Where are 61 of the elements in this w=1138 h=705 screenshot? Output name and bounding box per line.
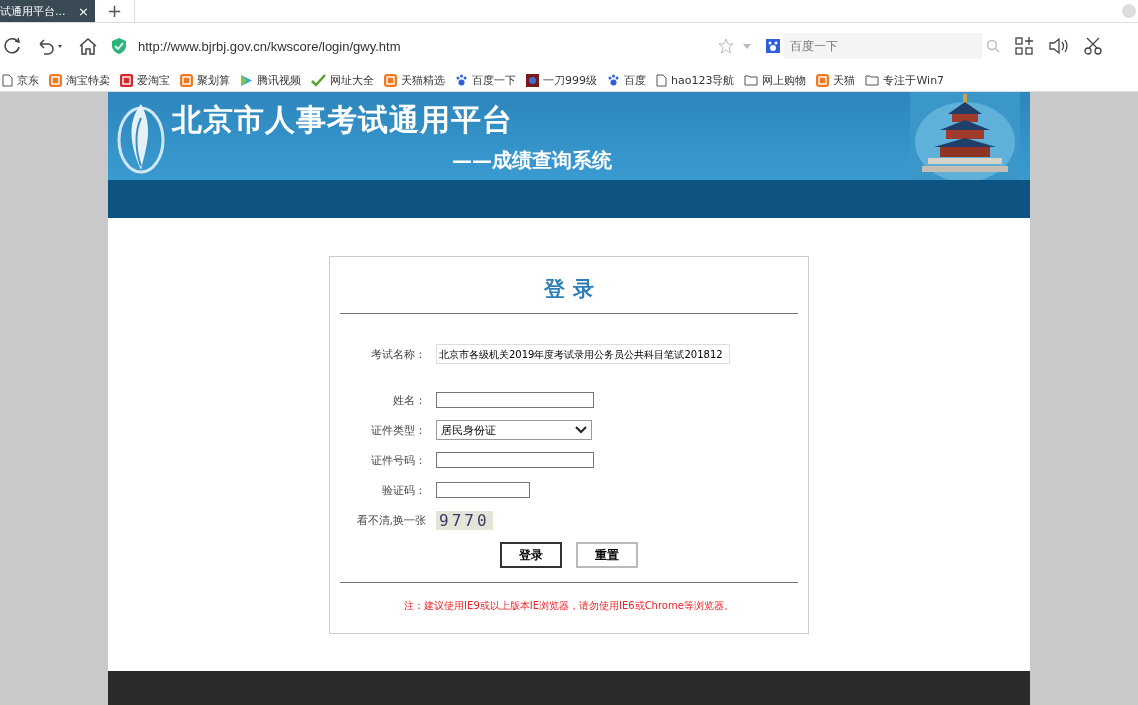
browser-tab[interactable]: 试通用平台... × xyxy=(0,0,95,22)
folder-icon xyxy=(865,74,880,86)
square-badge-icon xyxy=(816,73,830,87)
field-label: 考试名称： xyxy=(370,346,426,362)
paw-icon xyxy=(455,73,468,87)
input-field[interactable] xyxy=(436,452,594,468)
bookmark-item[interactable]: 百度一下 xyxy=(455,72,516,88)
folder-icon xyxy=(744,74,759,86)
field-label: 证件号码： xyxy=(370,452,426,468)
bookmark-item[interactable]: hao123导航 xyxy=(656,72,735,88)
bookmark-item[interactable]: 聚划算 xyxy=(180,72,230,88)
field-label: 看不清,换一张 xyxy=(355,512,426,528)
play-icon xyxy=(240,73,253,87)
bookmark-item[interactable]: 百度 xyxy=(607,72,646,88)
square-badge-icon xyxy=(49,73,62,87)
field-label: 证件类型： xyxy=(370,422,426,438)
site-subtitle: ——成绩查询系统 xyxy=(452,147,612,174)
new-tab-button[interactable]: + xyxy=(95,0,136,22)
bookmark-item[interactable]: 网上购物 xyxy=(744,72,807,88)
star-icon[interactable] xyxy=(718,38,734,54)
form-button[interactable]: 登录 xyxy=(500,542,562,568)
search-field[interactable]: 百度一下 xyxy=(784,33,982,59)
tab-title: 试通用平台... xyxy=(0,3,66,19)
paw-icon xyxy=(607,73,620,87)
captcha-input-field[interactable] xyxy=(436,482,530,498)
field-label: 验证码： xyxy=(381,482,426,498)
square-badge-icon xyxy=(120,73,133,87)
paw-icon xyxy=(766,39,780,53)
close-tab-button[interactable]: × xyxy=(78,3,89,19)
bookmark-item[interactable]: 京东 xyxy=(2,72,39,88)
browser-notice: 注：建议使用IE9或以上版本IE浏览器，请勿使用IE6或Chrome等浏览器。 xyxy=(403,599,735,613)
bookmark-item[interactable]: 网址大全 xyxy=(311,72,374,88)
scissors-icon[interactable] xyxy=(1084,36,1102,56)
bookmark-item[interactable]: 天猫精选 xyxy=(384,72,445,88)
undo-icon[interactable] xyxy=(36,37,64,55)
captcha-image[interactable]: 9770 xyxy=(436,510,493,530)
site-title: 北京市人事考试通用平台 xyxy=(172,101,514,139)
login-heading: 登 录 xyxy=(544,276,594,303)
address-field[interactable]: http://www.bjrbj.gov.cn/kwscore/login/gwy.htm xyxy=(138,38,401,54)
check-icon xyxy=(311,73,326,87)
home-icon[interactable] xyxy=(78,37,98,55)
square-badge-icon xyxy=(180,73,193,87)
bookmark-item[interactable]: 腾讯视频 xyxy=(240,72,301,88)
input-field[interactable] xyxy=(436,392,594,408)
apps-icon[interactable] xyxy=(1014,36,1034,56)
chevron-icon xyxy=(575,426,587,434)
page-icon xyxy=(2,73,13,87)
speaker-icon[interactable] xyxy=(1048,36,1070,56)
bookmark-item[interactable]: 爱淘宝 xyxy=(120,72,170,88)
refresh-icon[interactable] xyxy=(4,37,22,55)
form-button[interactable]: 重置 xyxy=(576,542,638,568)
square-badge-icon xyxy=(384,73,397,87)
page-icon xyxy=(656,73,667,87)
bookmark-item[interactable]: 淘宝特卖 xyxy=(49,72,110,88)
exam-name-field[interactable]: 北京市各级机关2019年度考试录用公务员公共科目笔试201812 xyxy=(436,344,730,364)
bookmark-item[interactable]: 天猫 xyxy=(816,72,856,88)
bookmark-item[interactable]: 专注于Win7 xyxy=(865,72,945,88)
field-label: 姓名： xyxy=(392,392,426,408)
game-icon xyxy=(526,73,539,87)
id-type-dropdown[interactable]: 居民身份证 xyxy=(436,420,592,440)
bookmark-item[interactable]: 一刀999级 xyxy=(526,72,597,88)
